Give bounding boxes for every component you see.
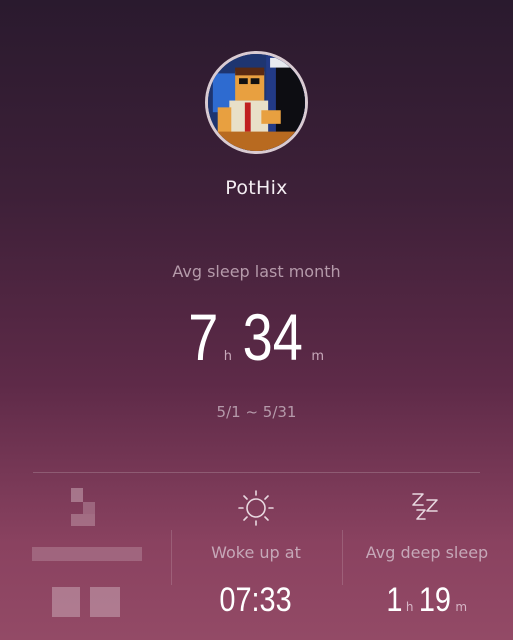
avg-sleep-minutes: 34	[242, 300, 303, 374]
deep-sleep-minutes: 19	[418, 581, 451, 619]
avg-sleep-value: 7 h 34 m	[0, 302, 513, 372]
deep-sleep-minutes-unit: m	[455, 600, 468, 614]
hours-unit: h	[223, 349, 232, 364]
pixel-art-avatar-icon	[208, 54, 305, 151]
section-divider	[33, 472, 480, 473]
deep-sleep-hours: 1	[386, 581, 403, 619]
avatar[interactable]	[205, 51, 308, 154]
sun-icon	[171, 488, 341, 528]
minutes-unit: m	[311, 349, 325, 364]
avg-sleep-label: Avg sleep last month	[172, 262, 341, 281]
blurred-value	[2, 581, 172, 619]
username: PotHix	[225, 177, 288, 199]
avg-sleep-hours: 7	[188, 300, 219, 374]
blurred-icon	[2, 488, 172, 528]
stat-blurred[interactable]	[2, 488, 172, 619]
deep-sleep-hours-unit: h	[405, 600, 414, 614]
deep-sleep-label: Avg deep sleep	[365, 543, 489, 562]
woke-up-label: Woke up at	[211, 543, 301, 562]
date-range: 5/1 ~ 5/31	[216, 403, 297, 421]
woke-up-time: 07:33	[219, 581, 293, 619]
woke-up-value: 07:33	[171, 580, 341, 620]
stat-deep-sleep[interactable]: Avg deep sleep 1 h 19 m	[342, 488, 512, 620]
zzz-icon	[342, 488, 512, 528]
stat-woke-up[interactable]: Woke up at 07:33	[171, 488, 341, 620]
deep-sleep-value: 1 h 19 m	[342, 580, 512, 620]
blurred-label	[2, 543, 172, 563]
